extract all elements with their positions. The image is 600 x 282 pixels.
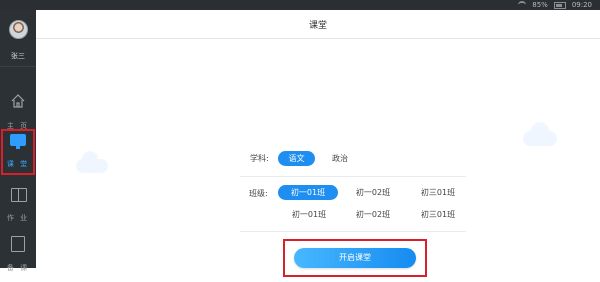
subject-label: 学科:: [250, 154, 269, 163]
sidebar-divider: [0, 66, 36, 67]
divider-2: [240, 231, 466, 232]
status-bar: 85% 09:20: [0, 0, 600, 10]
status-right: 85% 09:20: [518, 0, 592, 10]
class-option[interactable]: 初一01班: [278, 185, 338, 200]
home-icon: [11, 94, 25, 108]
battery-level: 85%: [532, 1, 548, 9]
nav-item-homework[interactable]: 作 业: [0, 180, 36, 232]
user-name: 张三: [11, 52, 25, 60]
clock: 09:20: [571, 1, 592, 9]
avatar[interactable]: [9, 20, 28, 39]
page-header: 课堂: [36, 10, 600, 39]
class-option[interactable]: 初一02班: [350, 207, 396, 222]
prep-icon: [11, 236, 25, 252]
subject-option-chinese[interactable]: 语文: [278, 151, 315, 166]
nav-label-prepare: 备 课: [6, 264, 30, 272]
class-option[interactable]: 初一01班: [286, 207, 332, 222]
subject-option-politics[interactable]: 政治: [325, 151, 355, 166]
nav-label-homework: 作 业: [6, 214, 30, 222]
class-option[interactable]: 初三01班: [415, 207, 461, 222]
main-content: 学科: 语文 政治 班级: 初一01班 初一02班 初三01班 初一01班 初一…: [36, 39, 600, 277]
class-option[interactable]: 初一02班: [350, 185, 396, 200]
battery-icon: [553, 1, 566, 9]
nav-item-prepare[interactable]: 备 课: [0, 230, 36, 282]
book-icon: [11, 188, 27, 202]
sidebar: 张三 主 页 课 堂 作 业 备 课: [0, 10, 36, 272]
cloud-decoration-right: [523, 122, 557, 146]
start-button-highlight-frame: 开启课堂: [283, 239, 427, 277]
class-option[interactable]: 初三01班: [415, 185, 461, 200]
divider-1: [240, 176, 466, 177]
cloud-decoration-left: [76, 151, 108, 173]
wifi-icon: [518, 1, 527, 9]
start-class-button[interactable]: 开启课堂: [294, 248, 416, 268]
class-label: 班级:: [249, 189, 268, 198]
nav-highlight-frame: [1, 129, 35, 175]
page-title: 课堂: [308, 21, 327, 31]
